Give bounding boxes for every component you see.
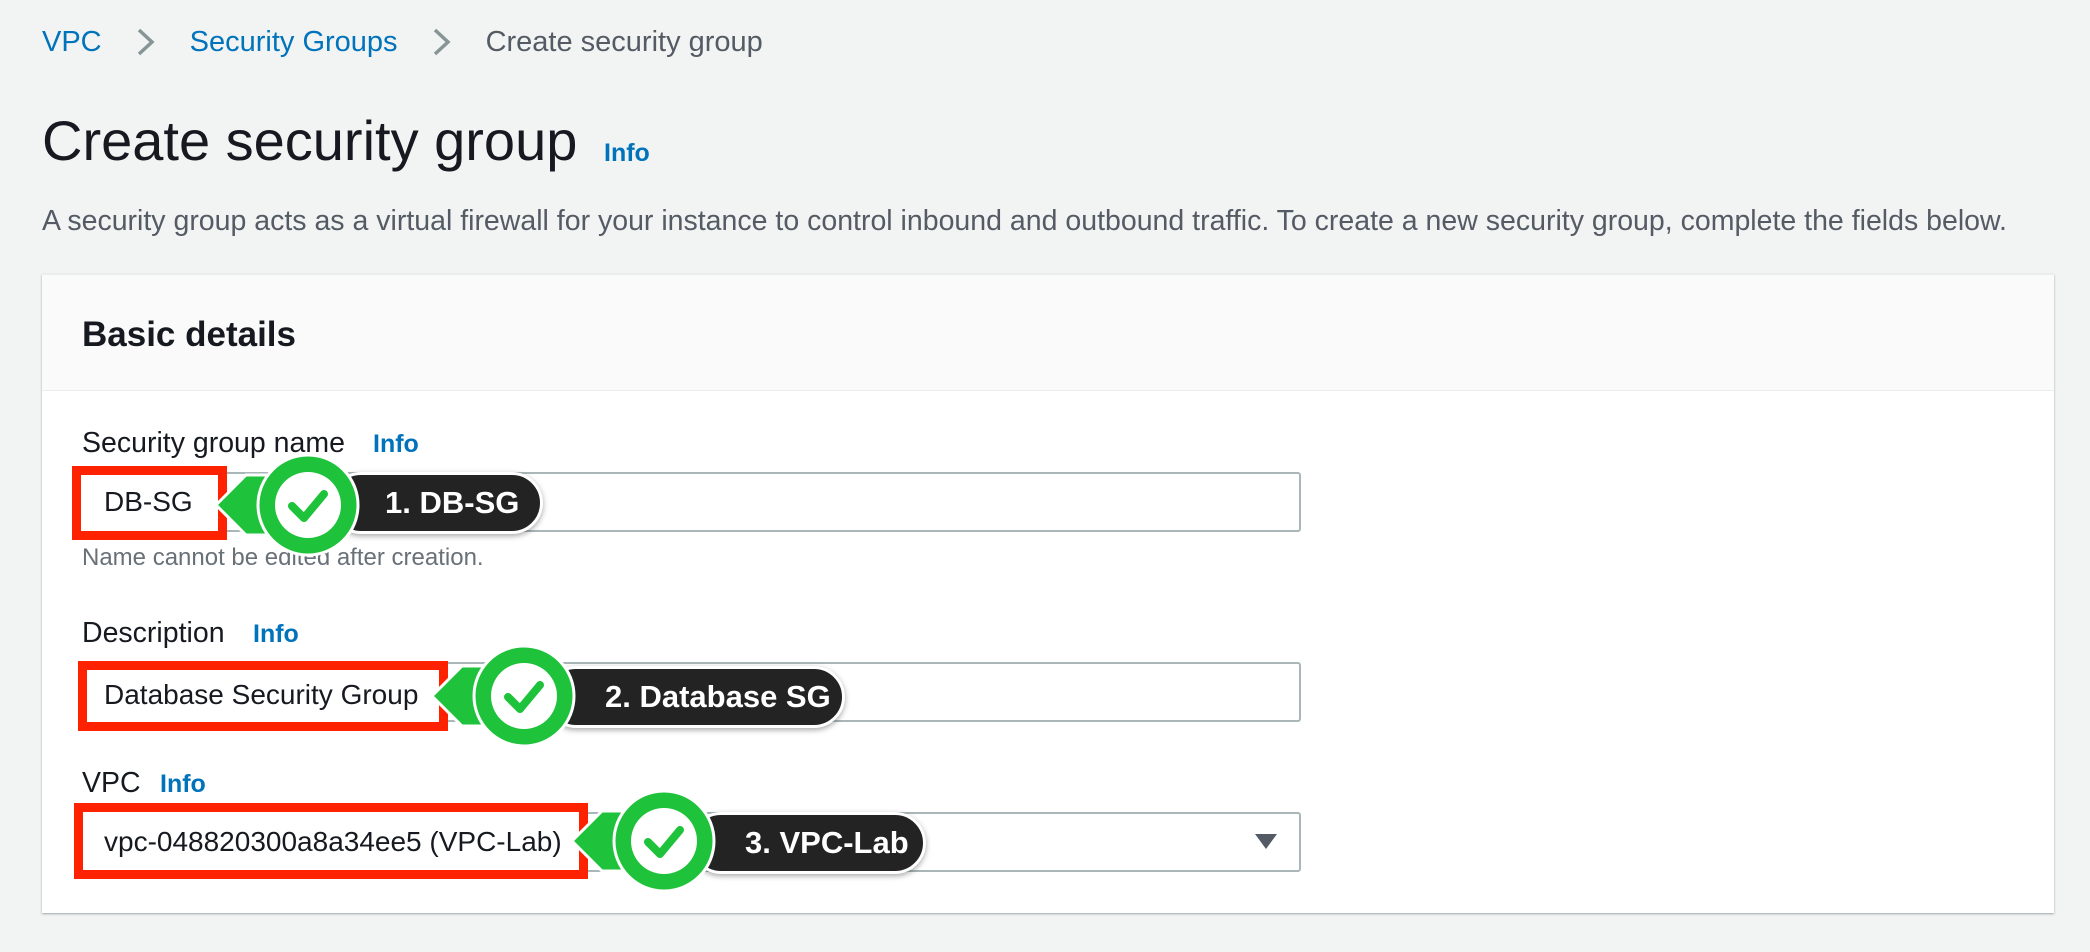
security-group-name-info-link[interactable]: Info <box>373 430 419 459</box>
description-info-link[interactable]: Info <box>253 620 299 649</box>
panel-header: Basic details <box>42 275 2054 391</box>
callout-2-text: 2. Database SG <box>605 679 831 714</box>
callout-1-text: 1. DB-SG <box>385 485 520 520</box>
breadcrumb-current: Create security group <box>485 25 763 58</box>
security-group-name-value: DB-SG <box>104 486 193 517</box>
chevron-right-icon <box>124 20 168 64</box>
caret-down-icon <box>1255 834 1277 849</box>
chevron-right-icon <box>420 20 464 64</box>
callout-2-label: 2. Database SG <box>545 666 845 728</box>
page-description: A security group acts as a virtual firew… <box>42 205 2007 237</box>
description-value: Database Security Group <box>104 679 419 710</box>
breadcrumb-security-groups-link[interactable]: Security Groups <box>190 26 398 59</box>
vpc-label: VPC <box>82 767 141 799</box>
breadcrumb-vpc-link[interactable]: VPC <box>42 26 102 59</box>
breadcrumb: VPC Security Groups Create security grou… <box>42 20 763 64</box>
description-label: Description <box>82 617 225 649</box>
title-info-link[interactable]: Info <box>604 139 650 168</box>
panel-title: Basic details <box>82 315 296 354</box>
vpc-info-link[interactable]: Info <box>160 770 206 799</box>
callout-2-check-icon <box>428 644 578 753</box>
callout-1-check-icon <box>212 453 362 562</box>
callout-3-check-icon <box>568 789 718 898</box>
callout-3-label: 3. VPC-Lab <box>690 812 926 874</box>
callout-3-text: 3. VPC-Lab <box>745 825 909 860</box>
page-title: Create security group <box>42 109 578 172</box>
vpc-value: vpc-048820300a8a34ee5 (VPC-Lab) <box>104 826 562 857</box>
